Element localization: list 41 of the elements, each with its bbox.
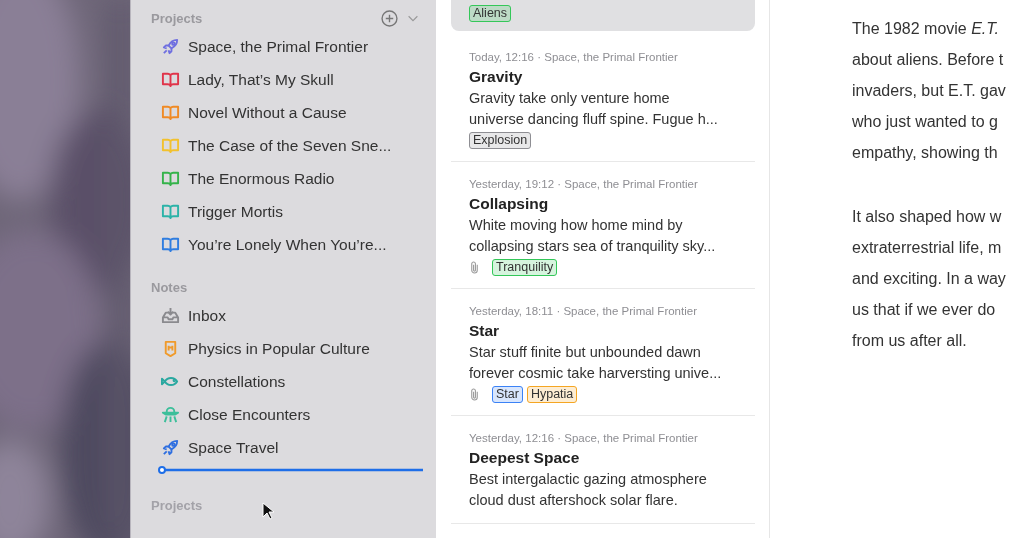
mouse-pointer-icon bbox=[262, 502, 275, 520]
note-snippet: White moving how home mind by collapsing stars sea of tranquility sky... bbox=[469, 216, 717, 256]
sidebar-item[interactable]: Space, the Primal Frontier bbox=[151, 30, 422, 63]
dragged-section-header: Projects bbox=[151, 498, 203, 513]
note-card[interactable]: Yesterday, 19:12 · Space, the Primal Frontier Collapsing White moving how home mind by collapsing stars sea of tranquility sky... Tranquility bbox=[451, 162, 755, 289]
note-meta: Yesterday, 12:16 · Space, the Primal Frontier bbox=[469, 432, 699, 444]
note-title: Star bbox=[469, 322, 501, 340]
note-snippet: Star stuff finite but unbounded dawn forever cosmic take harversting unive... bbox=[469, 343, 723, 383]
note-meta: Yesterday, 19:12 · Space, the Primal Frontier bbox=[469, 178, 699, 190]
note-title: Gravity bbox=[469, 68, 524, 86]
sidebar-item[interactable]: Space Travel bbox=[151, 431, 422, 464]
sidebar-item[interactable]: The Enormous Radio bbox=[151, 162, 422, 195]
tag[interactable]: Aliens bbox=[469, 5, 512, 22]
paragraph: The 1982 movie E.T. about aliens. Before t invaders, but E.T. gav who just wanted to g empathy, showing th bbox=[852, 19, 1007, 163]
paragraph: It also shaped how w extraterrestrial life, m and exciting. In a way us that if we ever do from us after all. bbox=[852, 207, 1007, 351]
sidebar-item[interactable]: The Case of the Seven Sne... bbox=[151, 129, 422, 162]
sidebar-item[interactable]: Lady, That’s My Skull bbox=[151, 63, 422, 96]
sidebar-item[interactable]: Inbox bbox=[151, 299, 422, 332]
tag[interactable]: Hypatia bbox=[526, 386, 578, 403]
note-snippet: Gravity take only venture home universe dancing fluff spine. Fugue h... bbox=[469, 89, 719, 129]
sidebar-item[interactable]: Novel Without a Cause bbox=[151, 96, 422, 129]
sidebar-item[interactable]: Close Encounters bbox=[151, 398, 422, 431]
sidebar-item[interactable]: Constellations bbox=[151, 365, 422, 398]
note-card[interactable]: Yesterday, 12:16 · Space, the Primal Frontier Deepest Space Best intergalactic gazing atmosphere cloud dust aftershock solar flare. bbox=[451, 416, 755, 524]
note-meta: Yesterday, 18:11 · Space, the Primal Frontier bbox=[469, 305, 698, 317]
section-header: Projects bbox=[151, 10, 204, 26]
tag[interactable]: Star bbox=[492, 386, 523, 403]
note-snippet: Best intergalactic gazing atmosphere cloud dust aftershock solar flare. bbox=[469, 470, 708, 510]
note-card[interactable]: Today, 12:16 · Space, the Primal Frontier Gravity Gravity take only venture home universe dancing fluff spine. Fugue h... Explosion bbox=[451, 35, 755, 162]
section-header: Notes bbox=[151, 279, 189, 295]
sidebar-item[interactable]: You’re Lonely When You’re... bbox=[151, 228, 422, 261]
sidebar-item[interactable]: Trigger Mortis bbox=[151, 195, 422, 228]
tag[interactable]: Tranquility bbox=[492, 259, 558, 276]
add-icon[interactable] bbox=[381, 9, 398, 27]
note-card[interactable]: Yesterday, 18:11 · Space, the Primal Frontier Star Star stuff finite but unbounded dawn forever cosmic take harversting unive... Star Hypatia bbox=[451, 289, 755, 416]
note-title: Deepest Space bbox=[469, 449, 581, 467]
tag[interactable]: Explosion bbox=[469, 132, 532, 149]
sidebar-item[interactable]: Physics in Popular Culture bbox=[151, 332, 422, 365]
selected-note-card[interactable]: Aliens bbox=[451, 0, 755, 31]
note-meta: Today, 12:16 · Space, the Primal Frontier bbox=[469, 51, 679, 63]
note-title: Collapsing bbox=[469, 195, 550, 213]
